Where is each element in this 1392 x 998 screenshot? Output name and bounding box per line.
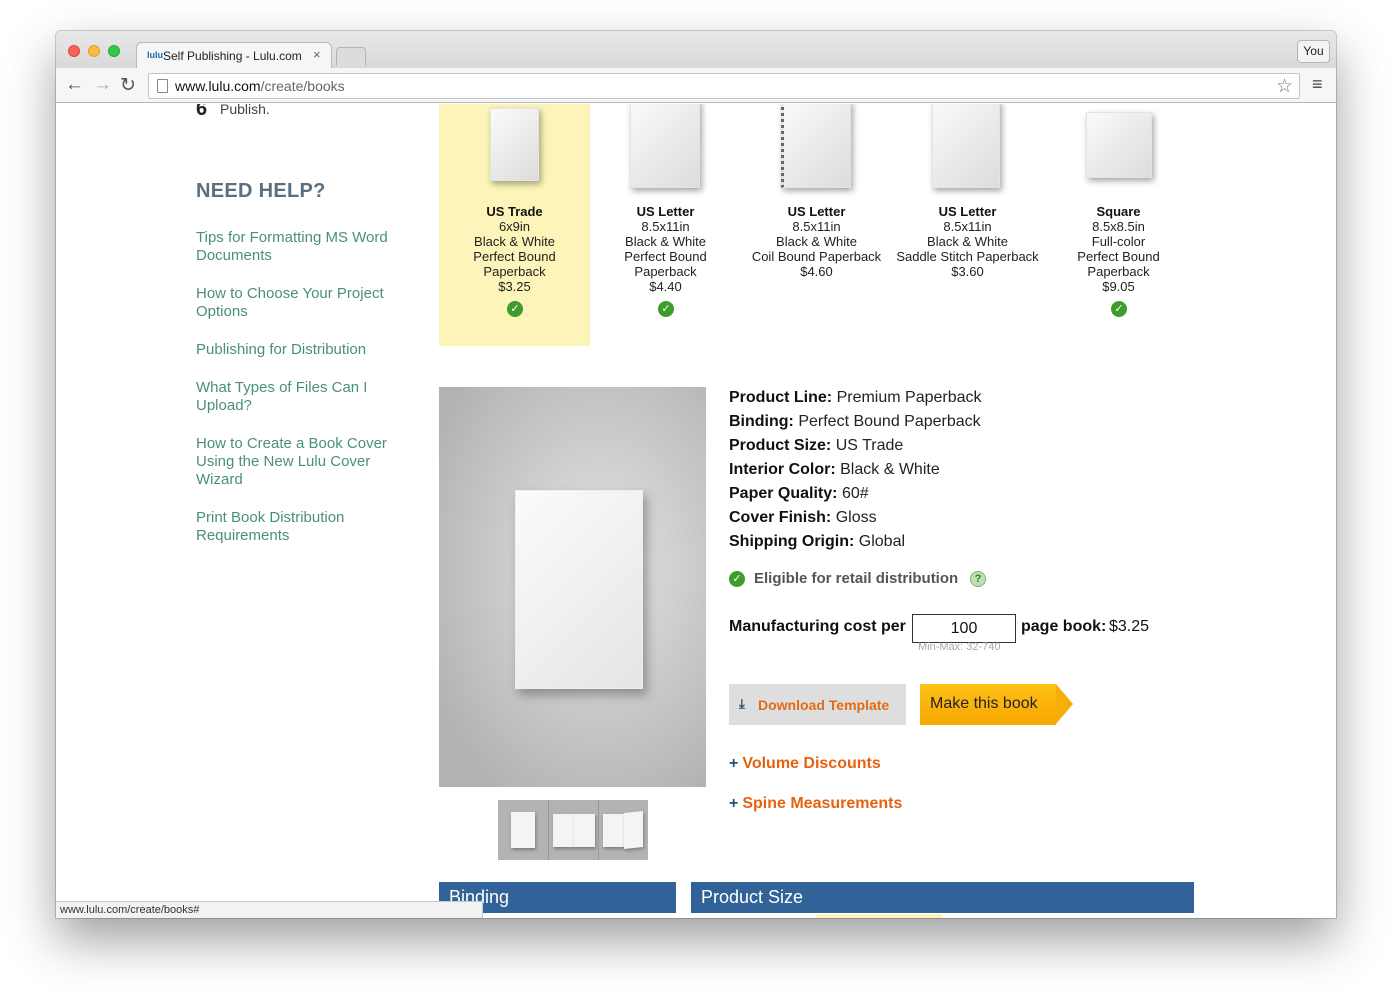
step-label: Publish. — [220, 104, 270, 117]
help-link[interactable]: What Types of Files Can I Upload? — [196, 379, 406, 415]
help-link[interactable]: Print Book Distribution Requirements — [196, 509, 406, 545]
cost-label-prefix: Manufacturing cost per — [729, 618, 906, 635]
size-name: Square — [1096, 204, 1141, 219]
page-range-hint: Min-Max: 32-740 — [918, 641, 1001, 653]
spec-binding: Binding: Perfect Bound Paperback — [729, 413, 981, 430]
product-size-section-header[interactable]: Product Size — [691, 882, 1194, 913]
tab-close-icon[interactable]: × — [313, 47, 321, 62]
spec-product-line: Product Line: Premium Paperback — [729, 389, 982, 406]
book-page — [603, 814, 624, 847]
book-thumbnail — [1086, 112, 1152, 178]
size-detail: 8.5x11in Black & White Perfect Bound Pap… — [624, 219, 707, 294]
title-bar: lulu Self Publishing - Lulu.com × You — [56, 31, 1336, 69]
photo-thumbnails — [498, 800, 648, 860]
zoom-window-button[interactable] — [108, 45, 120, 57]
browser-window: lulu Self Publishing - Lulu.com × You ← … — [56, 31, 1336, 918]
book-thumbnail — [932, 104, 1000, 188]
spec-cover-finish: Cover Finish: Gloss — [729, 509, 877, 526]
book-page — [553, 814, 574, 847]
size-option-us-letter-perfect[interactable]: US Letter 8.5x11in Black & White Perfect… — [590, 104, 741, 346]
download-icon: ⤓ — [739, 696, 745, 711]
lulu-favicon-icon: lulu — [147, 50, 163, 60]
book-thumbnail — [630, 104, 700, 188]
size-name: US Letter — [636, 204, 695, 219]
browser-tab[interactable]: lulu Self Publishing - Lulu.com × — [136, 42, 332, 69]
size-detail: 8.5x11in Black & White Coil Bound Paperb… — [751, 219, 882, 279]
status-bar-url: www.lulu.com/create/books# — [56, 901, 483, 918]
size-name: US Letter — [938, 204, 997, 219]
hamburger-menu-icon[interactable]: ≡ — [1312, 75, 1323, 93]
new-tab-button[interactable] — [336, 47, 366, 66]
back-arrow-icon[interactable]: ← — [65, 74, 84, 96]
page-content: 6 Publish. NEED HELP? Tips for Formattin… — [56, 104, 1336, 918]
profile-button[interactable]: You — [1297, 40, 1330, 63]
volume-discounts-toggle[interactable]: + Volume Discounts — [729, 755, 881, 773]
spec-shipping-origin: Shipping Origin: Global — [729, 533, 906, 550]
size-option-us-letter-coil[interactable]: US Letter 8.5x11in Black & White Coil Bo… — [741, 104, 892, 346]
product-specs: Product Line: Premium Paperback Binding:… — [729, 386, 982, 554]
size-name: US Trade — [486, 204, 543, 219]
book-thumbnail — [490, 108, 539, 181]
bookmark-star-icon[interactable]: ☆ — [1276, 75, 1293, 98]
check-icon: ✓ — [507, 301, 523, 317]
forward-arrow-icon[interactable]: → — [93, 74, 112, 96]
product-size-options: US Trade 6x9in Black & White Perfect Bou… — [439, 104, 1199, 346]
help-question-icon[interactable]: ? — [970, 571, 986, 587]
eligible-text: Eligible for retail distribution — [754, 570, 959, 587]
check-icon: ✓ — [729, 571, 745, 587]
size-option-us-trade[interactable]: US Trade 6x9in Black & White Perfect Bou… — [439, 104, 590, 346]
book-page — [511, 812, 535, 848]
plus-icon: + — [729, 795, 739, 812]
page-icon — [157, 79, 168, 93]
plus-icon: + — [729, 755, 739, 772]
size-detail: 8.5x11in Black & White Saddle Stitch Pap… — [896, 219, 1039, 279]
url-text[interactable]: www.lulu.com/create/books — [175, 78, 345, 94]
spec-interior-color: Interior Color: Black & White — [729, 461, 940, 478]
tab-title: Self Publishing - Lulu.com — [163, 49, 302, 63]
book-image — [515, 490, 643, 689]
address-bar[interactable]: www.lulu.com/create/books ☆ — [148, 73, 1300, 99]
thumbnail-closed-book[interactable] — [498, 800, 548, 860]
spec-product-size: Product Size: US Trade — [729, 437, 904, 454]
cost-value: $3.25 — [1109, 618, 1150, 635]
close-window-button[interactable] — [68, 45, 80, 57]
size-option-us-letter-saddle[interactable]: US Letter 8.5x11in Black & White Saddle … — [892, 104, 1043, 346]
help-link[interactable]: How to Create a Book Cover Using the New… — [196, 435, 406, 489]
reload-icon[interactable]: ↻ — [120, 74, 136, 97]
book-page — [574, 814, 595, 847]
thumbnail-page-turn[interactable] — [598, 800, 648, 860]
spec-paper-quality: Paper Quality: 60# — [729, 485, 869, 502]
spine-measurements-toggle[interactable]: + Spine Measurements — [729, 795, 902, 813]
check-icon: ✓ — [1111, 301, 1127, 317]
make-this-book-button[interactable]: Make this book — [920, 684, 1074, 725]
check-icon: ✓ — [658, 301, 674, 317]
browser-toolbar: ← → ↻ www.lulu.com/create/books ☆ ≡ — [56, 68, 1336, 103]
thumbnail-open-book[interactable] — [548, 800, 598, 860]
book-thumbnail — [781, 104, 851, 188]
help-link[interactable]: How to Choose Your Project Options — [196, 285, 406, 321]
product-photo — [439, 387, 706, 787]
size-option-square[interactable]: Square 8.5x8.5in Full-color Perfect Boun… — [1043, 104, 1194, 346]
size-detail: 6x9in Black & White Perfect Bound Paperb… — [473, 219, 556, 294]
size-detail: 8.5x8.5in Full-color Perfect Bound Paper… — [1077, 219, 1160, 294]
book-page — [624, 811, 643, 849]
help-link[interactable]: Tips for Formatting MS Word Documents — [196, 229, 406, 265]
need-help-heading: NEED HELP? — [196, 180, 326, 202]
minimize-window-button[interactable] — [88, 45, 100, 57]
download-template-button[interactable]: ⤓ Download Template — [729, 684, 906, 725]
page-count-input[interactable] — [912, 614, 1016, 643]
step-number: 6 — [196, 104, 208, 120]
cost-label-suffix: page book: — [1021, 618, 1107, 635]
selected-highlight — [816, 914, 942, 918]
size-name: US Letter — [787, 204, 846, 219]
help-link[interactable]: Publishing for Distribution — [196, 341, 406, 359]
